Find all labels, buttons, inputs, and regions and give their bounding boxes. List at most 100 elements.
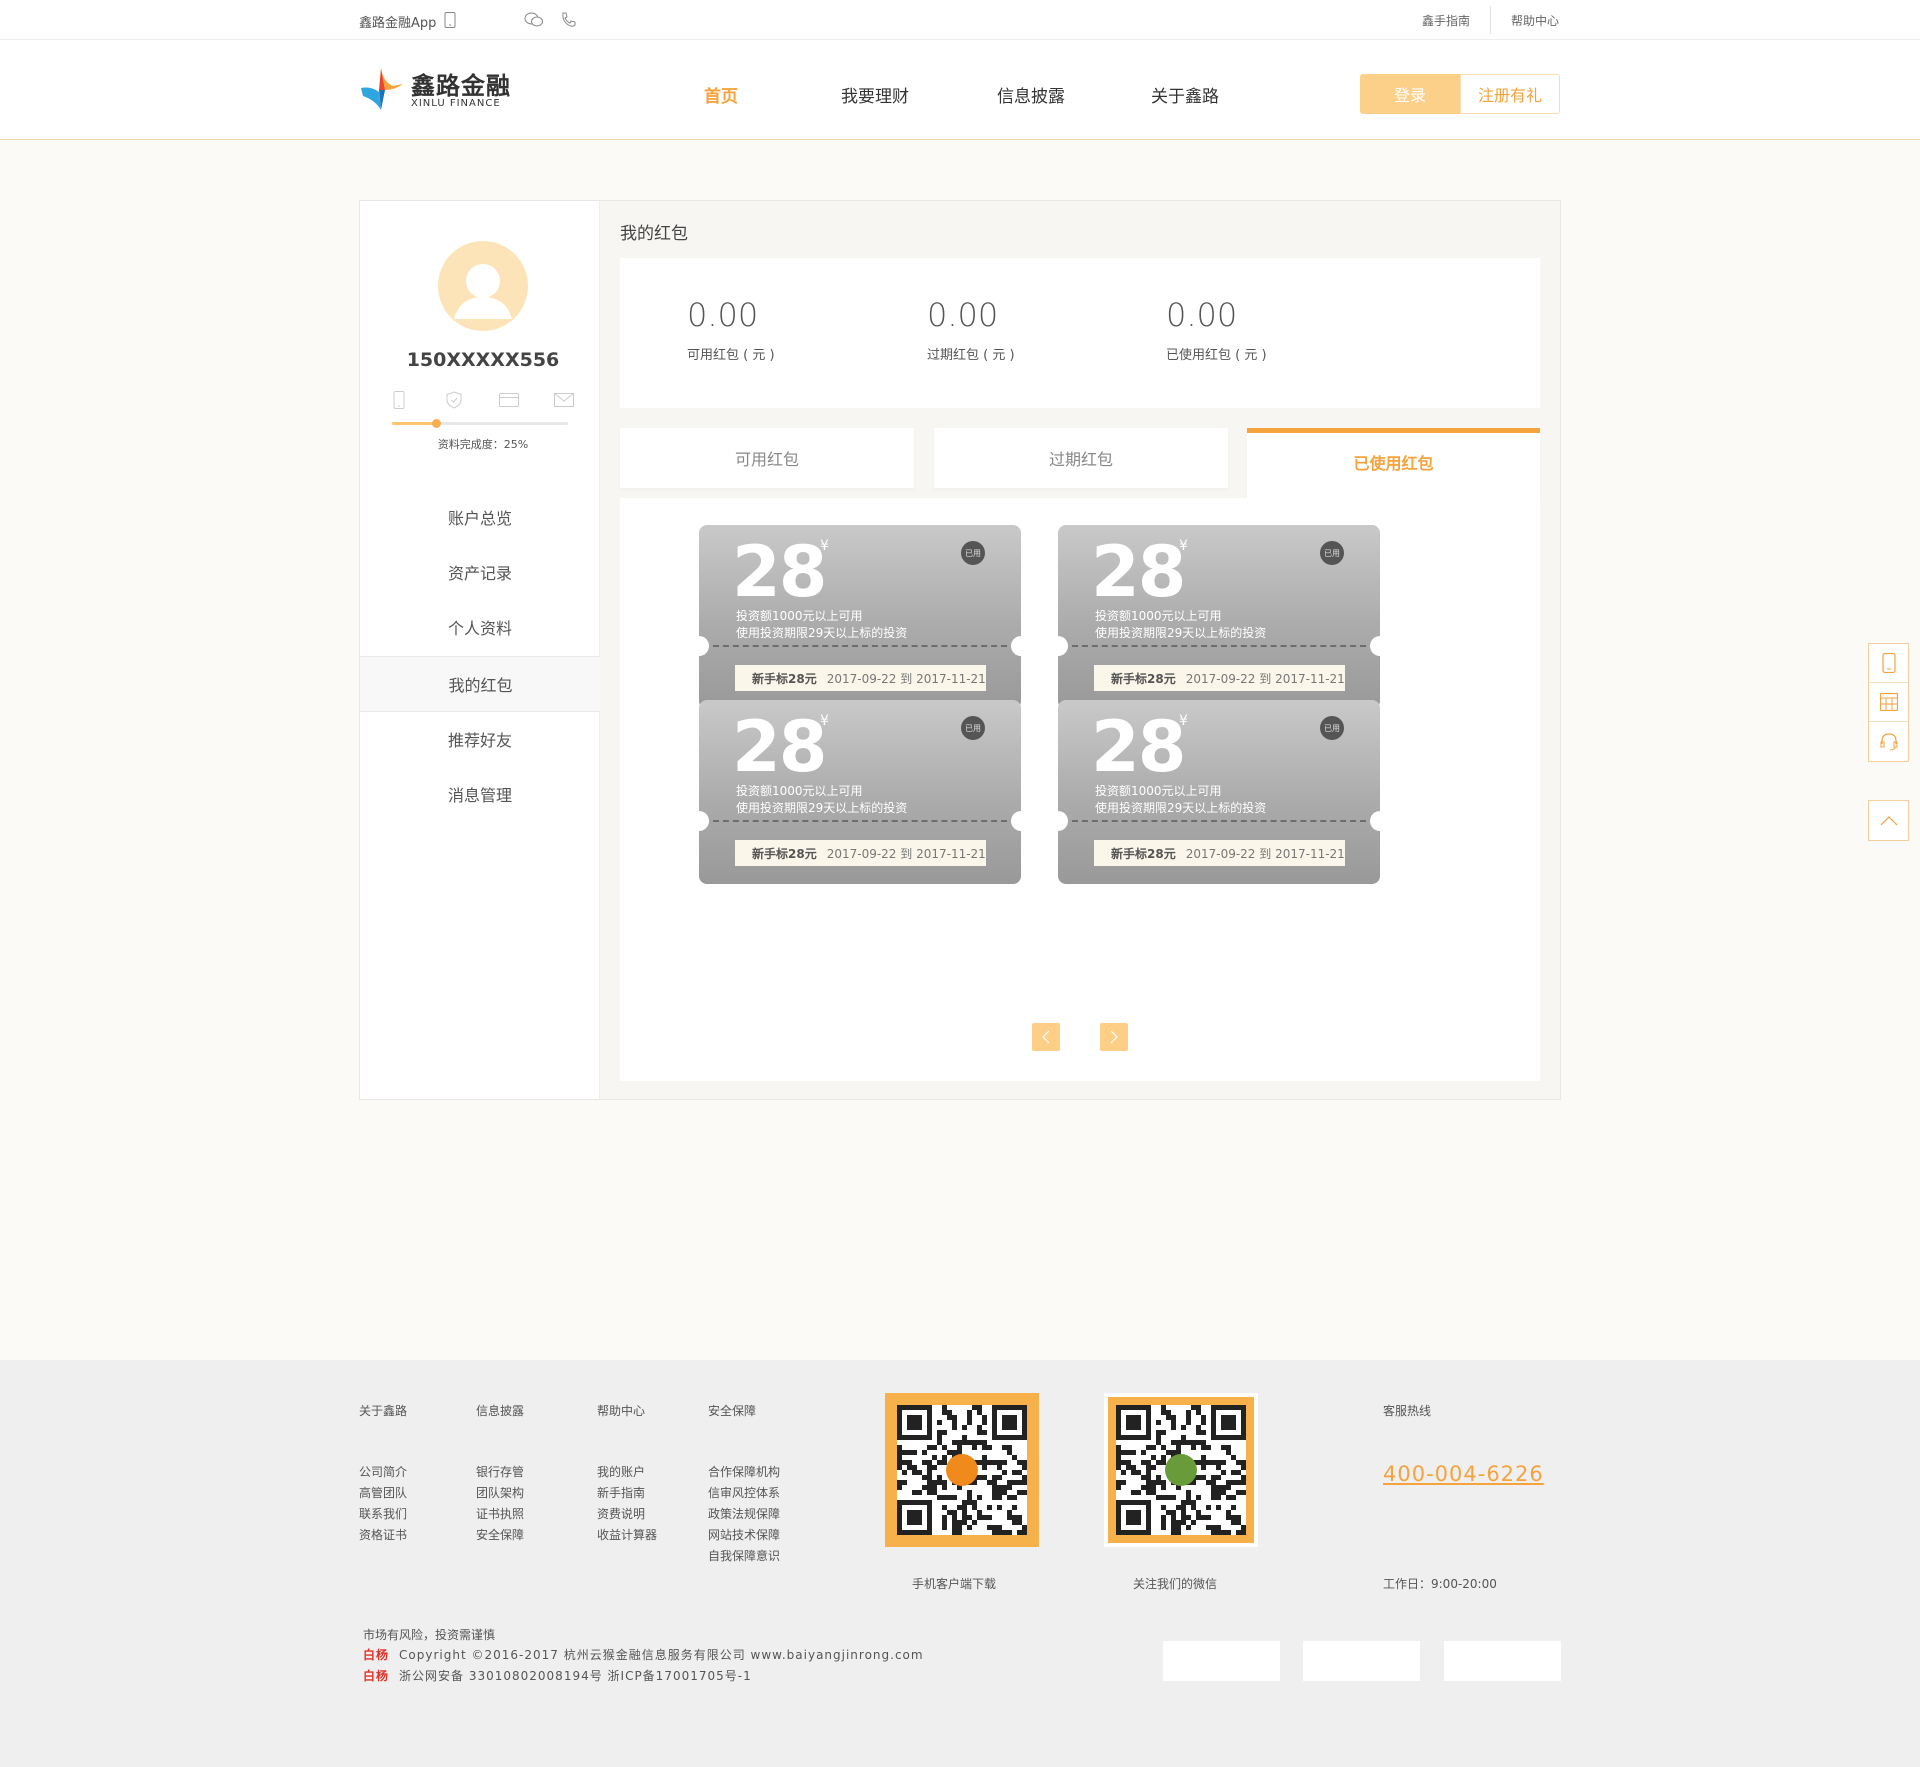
- footer-link[interactable]: 自我保障意识: [708, 1546, 780, 1567]
- coupon-period: 2017-09-22 到 2017-11-21: [826, 846, 986, 861]
- coupon-term: 使用投资期限29天以上标的投资: [1095, 801, 1267, 815]
- footer-link[interactable]: 安全保障: [476, 1525, 524, 1546]
- footer-link[interactable]: 合作保障机构: [708, 1462, 780, 1483]
- icp-text: 浙公网安备 33010802008194号 浙ICP备17001705号-1: [399, 1669, 752, 1683]
- wechat-qr-code: [1104, 1393, 1258, 1547]
- footer-link[interactable]: 公司简介: [359, 1462, 407, 1483]
- coupon-condition: 投资额1000元以上可用: [1095, 609, 1222, 623]
- risk-warning: 市场有风险，投资需谨慎: [363, 1628, 496, 1642]
- coupon-info-strip: 新手标28元 2017-09-22 到 2017-11-21: [735, 840, 986, 866]
- hotline-number[interactable]: 400-004-6226: [1383, 1462, 1544, 1486]
- logo-mark-icon: [361, 68, 403, 110]
- guide-link[interactable]: 鑫手指南: [1422, 12, 1470, 29]
- stat-label: 过期红包 ( 元 ): [927, 348, 1015, 363]
- nav-disclosure[interactable]: 信息披露: [997, 82, 1065, 107]
- coupon-term: 使用投资期限29天以上标的投资: [1095, 626, 1267, 640]
- coupon-name: 新手标28元: [752, 846, 817, 861]
- footer-link[interactable]: 新手指南: [597, 1483, 657, 1504]
- telephone-icon[interactable]: [558, 10, 578, 30]
- footer-link[interactable]: 高管团队: [359, 1483, 407, 1504]
- footer-links: 我的账户 新手指南 资费说明 收益计算器: [597, 1462, 657, 1546]
- wechat-icon[interactable]: [524, 10, 544, 30]
- coupon-card[interactable]: 28 ¥ 已用 投资额1000元以上可用 使用投资期限29天以上标的投资 新手标28元 20…: [699, 700, 1021, 884]
- footer-link[interactable]: 信审风控体系: [708, 1483, 780, 1504]
- footer-link[interactable]: 证书执照: [476, 1504, 524, 1525]
- divider: [1490, 6, 1491, 34]
- coupon-card[interactable]: 28 ¥ 已用 投资额1000元以上可用 使用投资期限29天以上标的投资 新手标28元 20…: [699, 525, 1021, 709]
- sidebar-item-assets[interactable]: 资产记录: [360, 544, 600, 600]
- footer-link[interactable]: 银行存管: [476, 1462, 524, 1483]
- sidebar-item-overview[interactable]: 账户总览: [360, 489, 600, 545]
- coupon-notch: [1058, 636, 1068, 656]
- stat-value: 0.00: [1166, 296, 1238, 334]
- app-download-link[interactable]: 鑫路金融App: [359, 12, 436, 31]
- mobile-verify-icon[interactable]: [389, 390, 409, 410]
- footer-link[interactable]: 资格证书: [359, 1525, 407, 1546]
- footer-link[interactable]: 团队架构: [476, 1483, 524, 1504]
- footer-link[interactable]: 政策法规保障: [708, 1504, 780, 1525]
- chevron-left-icon: [1042, 1030, 1050, 1044]
- partner-badge[interactable]: [1444, 1641, 1561, 1681]
- prev-page-button[interactable]: [1032, 1023, 1060, 1051]
- footer-link[interactable]: 资费说明: [597, 1504, 657, 1525]
- copyright-text: Copyright ©2016-2017 杭州云猴金融信息服务有限公司 www.…: [399, 1648, 924, 1662]
- sidebar-item-referral[interactable]: 推荐好友: [360, 711, 600, 767]
- partner-badge[interactable]: [1163, 1641, 1280, 1681]
- footer-link[interactable]: 收益计算器: [597, 1525, 657, 1546]
- stat-available: 0.00 可用红包 ( 元 ): [687, 296, 775, 363]
- tab-expired[interactable]: 过期红包: [934, 428, 1228, 488]
- sidebar-item-profile[interactable]: 个人资料: [360, 599, 600, 655]
- coupon-amount: 28: [732, 531, 827, 613]
- logo[interactable]: 鑫路金融 XINLU FINANCE: [359, 64, 529, 114]
- footer-link[interactable]: 联系我们: [359, 1504, 407, 1525]
- mail-icon[interactable]: [554, 390, 574, 410]
- coupon-card[interactable]: 28 ¥ 已用 投资额1000元以上可用 使用投资期限29天以上标的投资 新手标28元 20…: [1058, 525, 1380, 709]
- coupon-divider: [1072, 645, 1366, 647]
- page-title: 我的红包: [620, 224, 688, 244]
- coupon-condition: 投资额1000元以上可用: [736, 784, 863, 798]
- shield-icon[interactable]: [444, 390, 464, 410]
- help-link[interactable]: 帮助中心: [1511, 12, 1559, 29]
- tab-available[interactable]: 可用红包: [620, 428, 914, 488]
- nav-invest[interactable]: 我要理财: [841, 82, 909, 107]
- qr-code-pattern: [1116, 1405, 1246, 1535]
- nav-about[interactable]: 关于鑫路: [1151, 82, 1219, 107]
- footer-links: 合作保障机构 信审风控体系 政策法规保障 网站技术保障 自我保障意识: [708, 1462, 780, 1567]
- coupon-card[interactable]: 28 ¥ 已用 投资额1000元以上可用 使用投资期限29天以上标的投资 新手标28元 20…: [1058, 700, 1380, 884]
- stat-expired: 0.00 过期红包 ( 元 ): [927, 296, 1015, 363]
- nav-home[interactable]: 首页: [704, 82, 738, 107]
- username: 150XXXXX556: [406, 349, 560, 371]
- register-button[interactable]: 注册有礼: [1460, 74, 1560, 114]
- sidebar-item-redpacket[interactable]: 我的红包: [360, 656, 601, 712]
- back-to-top-button[interactable]: [1868, 800, 1909, 841]
- footer-col-title: 帮助中心: [597, 1404, 646, 1418]
- stat-used: 0.00 已使用红包 ( 元 ): [1166, 296, 1267, 363]
- next-page-button[interactable]: [1100, 1023, 1128, 1051]
- coupon-amount: 28: [1091, 531, 1186, 613]
- mobile-app-icon[interactable]: [1869, 644, 1908, 683]
- headset-icon[interactable]: [1869, 722, 1908, 761]
- footer-links: 公司简介 高管团队 联系我们 资格证书: [359, 1462, 407, 1546]
- stat-label: 已使用红包 ( 元 ): [1166, 348, 1267, 363]
- tab-used[interactable]: 已使用红包: [1247, 428, 1540, 498]
- footer-col-title: 关于鑫路: [359, 1404, 408, 1418]
- avatar[interactable]: [438, 241, 528, 331]
- partner-badge[interactable]: [1303, 1641, 1420, 1681]
- footer-link[interactable]: 网站技术保障: [708, 1525, 780, 1546]
- used-badge: 已用: [961, 716, 985, 740]
- coupon-info-strip: 新手标28元 2017-09-22 到 2017-11-21: [1094, 665, 1345, 691]
- footer-links: 银行存管 团队架构 证书执照 安全保障: [476, 1462, 524, 1546]
- sidebar-item-messages[interactable]: 消息管理: [360, 766, 600, 822]
- calculator-icon[interactable]: [1869, 683, 1908, 722]
- coupon-currency: ¥: [1179, 713, 1188, 729]
- coupon-currency: ¥: [820, 538, 829, 554]
- coupon-notch: [1058, 811, 1068, 831]
- hotline-title: 客服热线: [1383, 1404, 1432, 1418]
- footer-link[interactable]: 我的账户: [597, 1462, 657, 1483]
- chevron-right-icon: [1110, 1030, 1118, 1044]
- phone-icon[interactable]: [440, 10, 460, 30]
- login-button[interactable]: 登录: [1360, 74, 1460, 114]
- card-icon[interactable]: [499, 390, 519, 410]
- stat-value: 0.00: [687, 296, 759, 334]
- sidebar: 150XXXXX556 资料完成度：25% 账户总览 资产记录 个人资料 我的红…: [360, 201, 601, 1099]
